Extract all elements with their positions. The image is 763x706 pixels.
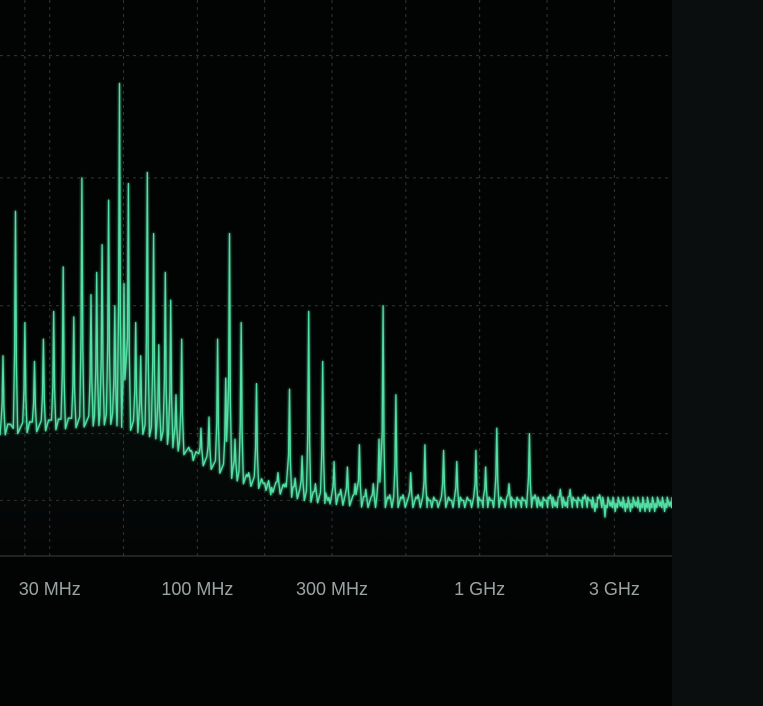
spectrum-display: 30 MHz 100 MHz 300 MHz 1 GHz 3 GHz bbox=[0, 0, 763, 706]
x-tick-label: 100 MHz bbox=[161, 579, 233, 599]
x-tick-label: 30 MHz bbox=[19, 579, 81, 599]
spectrum-chart: 30 MHz 100 MHz 300 MHz 1 GHz 3 GHz bbox=[0, 0, 672, 599]
x-tick-label: 1 GHz bbox=[454, 579, 505, 599]
x-tick-label: 3 GHz bbox=[589, 579, 640, 599]
x-tick-label: 300 MHz bbox=[296, 579, 368, 599]
spectrum-area bbox=[0, 83, 672, 556]
